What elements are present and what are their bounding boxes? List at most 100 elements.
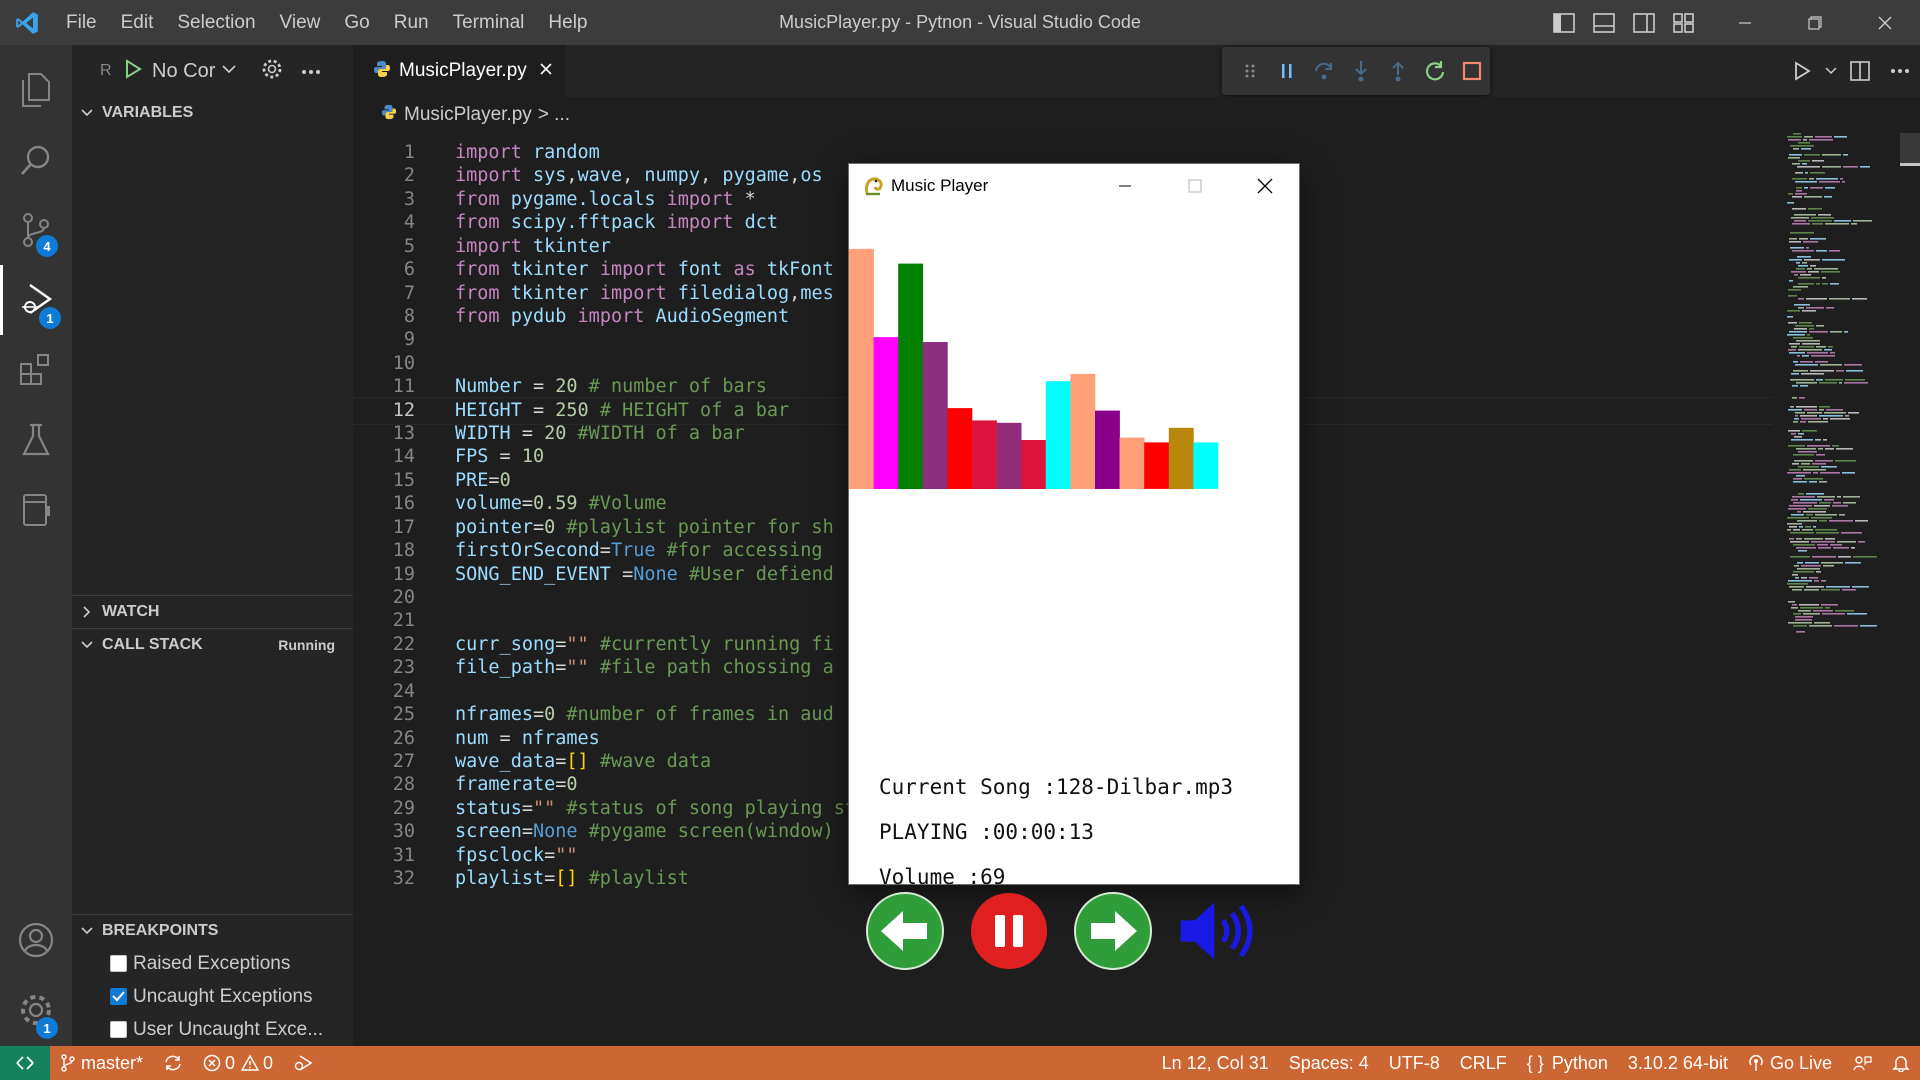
encoding[interactable]: UTF-8	[1379, 1046, 1450, 1080]
feedback-icon[interactable]	[1842, 1046, 1882, 1080]
minimap-line	[1824, 196, 1832, 198]
manage-gear-icon[interactable]: 1	[0, 975, 72, 1045]
minimap-line	[1798, 466, 1819, 468]
cursor-position[interactable]: Ln 12, Col 31	[1152, 1046, 1279, 1080]
menu-terminal[interactable]: Terminal	[441, 0, 537, 45]
launch-config-select[interactable]: No Cor	[152, 60, 215, 83]
source-control-icon[interactable]: 4	[0, 195, 72, 265]
minimap-line	[1794, 328, 1807, 330]
run-dropdown-icon[interactable]	[1822, 45, 1840, 97]
code-token: None	[633, 563, 678, 585]
minimap-line	[1819, 409, 1824, 411]
indentation[interactable]: Spaces: 4	[1279, 1046, 1379, 1080]
code-token: 0	[544, 516, 556, 538]
chevron-down-icon[interactable]	[221, 62, 237, 80]
step-out-icon[interactable]	[1379, 51, 1416, 91]
checkbox[interactable]	[110, 955, 127, 972]
accounts-icon[interactable]	[0, 905, 72, 975]
menu-run[interactable]: Run	[382, 0, 441, 45]
minimap-line	[1789, 505, 1812, 507]
music-player-titlebar[interactable]: Music Player	[849, 164, 1299, 207]
watch-section-header[interactable]: WATCH	[72, 596, 353, 628]
minimap-line	[1833, 502, 1841, 504]
close-window-icon[interactable]	[1850, 0, 1920, 45]
restore-icon[interactable]	[1780, 0, 1850, 45]
toggle-panel-icon[interactable]	[1584, 0, 1624, 45]
customize-layout-icon[interactable]	[1664, 0, 1704, 45]
breakpoint-user-uncaught-exceptions[interactable]: User Uncaught Exce...	[110, 1013, 323, 1046]
run-file-icon[interactable]	[1782, 45, 1822, 97]
code-token: pygame.locals	[510, 188, 656, 210]
end-of-line[interactable]: CRLF	[1450, 1046, 1517, 1080]
language-mode[interactable]: { } Python	[1517, 1046, 1618, 1080]
settings-gear-icon[interactable]	[261, 58, 283, 85]
toggle-primary-sidebar-icon[interactable]	[1544, 0, 1584, 45]
toggle-secondary-sidebar-icon[interactable]	[1624, 0, 1664, 45]
testing-icon[interactable]	[0, 405, 72, 475]
pause-button[interactable]	[969, 891, 1049, 971]
git-branch[interactable]: master*	[50, 1046, 153, 1080]
breakpoint-uncaught-exceptions[interactable]: Uncaught Exceptions	[110, 980, 313, 1013]
more-actions-icon[interactable]	[1880, 45, 1920, 97]
minimap-line	[1860, 625, 1877, 627]
python-interpreter[interactable]: 3.10.2 64-bit	[1618, 1046, 1738, 1080]
sync-icon[interactable]	[153, 1046, 193, 1080]
menu-go[interactable]: Go	[332, 0, 381, 45]
variables-section-header[interactable]: VARIABLES	[72, 97, 353, 129]
remote-explorer-icon[interactable]	[0, 475, 72, 545]
explorer-icon[interactable]	[0, 55, 72, 125]
remote-indicator-icon[interactable]	[0, 1046, 50, 1080]
volume-button[interactable]	[1177, 891, 1257, 971]
menu-file[interactable]: File	[54, 0, 109, 45]
breakpoint-raised-exceptions[interactable]: Raised Exceptions	[110, 947, 290, 980]
code-token: num	[455, 727, 489, 749]
minimap-line	[1842, 589, 1856, 591]
menu-edit[interactable]: Edit	[109, 0, 166, 45]
checkbox-checked[interactable]	[110, 988, 127, 1005]
breadcrumb-symbol[interactable]: > ...	[538, 104, 570, 126]
close-icon[interactable]	[1230, 164, 1300, 207]
pause-icon[interactable]	[1269, 51, 1306, 91]
minimap-line	[1802, 529, 1813, 531]
call-stack-section-header[interactable]: CALL STACK Running	[72, 629, 353, 661]
minimap[interactable]	[1785, 133, 1905, 633]
minimize-icon[interactable]	[1090, 164, 1160, 207]
menu-selection[interactable]: Selection	[165, 0, 267, 45]
tab-musicplayer[interactable]: MusicPlayer.py	[353, 45, 566, 97]
maximize-icon[interactable]	[1160, 164, 1230, 207]
breakpoints-section-header[interactable]: BREAKPOINTS	[72, 915, 353, 947]
notifications-bell-icon[interactable]	[1882, 1046, 1920, 1080]
extensions-icon[interactable]	[0, 335, 72, 405]
previous-track-button[interactable]	[865, 891, 945, 971]
editor-scrollbar[interactable]	[1900, 133, 1920, 163]
checkbox[interactable]	[110, 1021, 127, 1038]
go-live[interactable]: Go Live	[1738, 1046, 1842, 1080]
menu-view[interactable]: View	[268, 0, 333, 45]
start-debugging-icon[interactable]	[124, 58, 142, 84]
code-token: =	[521, 797, 533, 819]
more-actions-icon[interactable]	[301, 62, 321, 80]
run-debug-icon[interactable]: 1	[0, 265, 72, 335]
stop-icon[interactable]	[1453, 51, 1490, 91]
minimap-line	[1794, 304, 1810, 306]
minimap-line	[1796, 631, 1805, 633]
problems-indicator[interactable]: 0 0	[193, 1046, 283, 1080]
debug-launch-icon[interactable]	[283, 1046, 323, 1080]
menu-help[interactable]: Help	[536, 0, 599, 45]
drag-handle-icon[interactable]	[1232, 51, 1269, 91]
search-icon[interactable]	[0, 125, 72, 195]
minimap-line	[1844, 382, 1868, 384]
close-tab-icon[interactable]	[539, 62, 553, 81]
minimize-icon[interactable]	[1710, 0, 1780, 45]
music-player-window[interactable]: Music Player Current Song :128-Dilbar.mp…	[848, 163, 1300, 970]
step-into-icon[interactable]	[1343, 51, 1380, 91]
minimap-line	[1808, 421, 1828, 423]
code-token: import	[577, 305, 645, 327]
step-over-icon[interactable]	[1306, 51, 1343, 91]
split-editor-icon[interactable]	[1840, 45, 1880, 97]
next-track-button[interactable]	[1073, 891, 1153, 971]
breadcrumb-file[interactable]: MusicPlayer.py	[404, 104, 532, 126]
restart-icon[interactable]	[1416, 51, 1453, 91]
